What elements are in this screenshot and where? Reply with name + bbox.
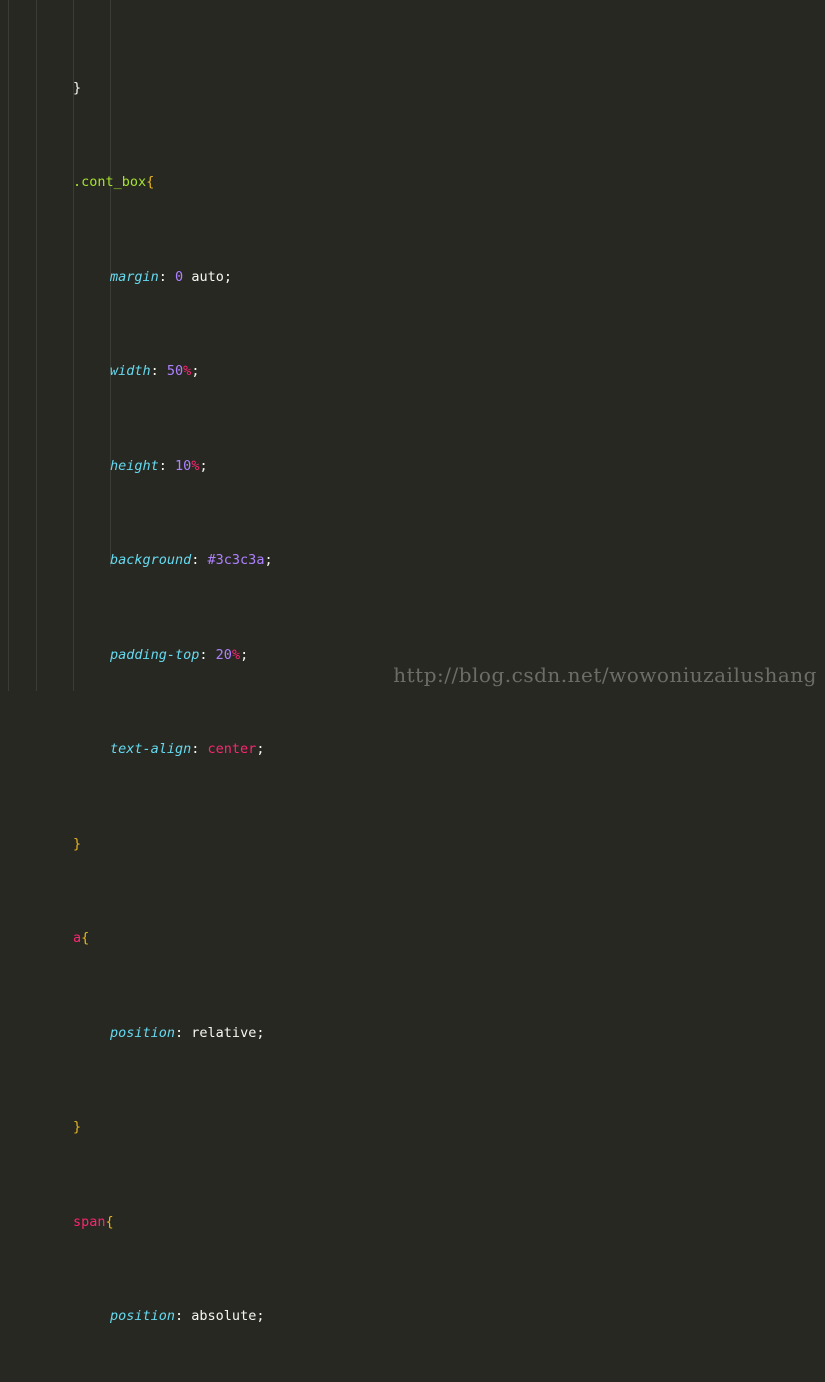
semicolon: ; — [223, 268, 232, 285]
css-value-number: 20 — [215, 646, 232, 663]
code-line[interactable]: padding-top: 20%; — [0, 646, 825, 665]
css-property: text-align — [110, 741, 192, 758]
brace-close: } — [73, 79, 82, 96]
code-line[interactable]: } — [0, 1118, 825, 1137]
css-selector: a — [73, 930, 82, 947]
css-value-keyword: center — [207, 741, 257, 758]
code-line[interactable]: position: relative; — [0, 1024, 825, 1043]
colon: : — [199, 646, 216, 663]
code-line[interactable]: } — [0, 79, 825, 98]
brace-open: { — [105, 1213, 114, 1230]
colon: : — [191, 741, 208, 758]
semicolon: ; — [199, 457, 208, 474]
code-line[interactable]: a{ — [0, 929, 825, 948]
colon: : — [158, 457, 176, 474]
colon: : — [175, 1308, 192, 1325]
css-value-hex: #3c3c3a — [207, 552, 265, 569]
semicolon: ; — [256, 741, 265, 758]
semicolon: ; — [264, 552, 273, 569]
css-property: position — [110, 1024, 176, 1041]
css-unit: % — [231, 646, 241, 663]
code-editor[interactable]: } .cont_box{ margin: 0 auto; width: 50%;… — [0, 0, 825, 1324]
colon: : — [158, 268, 176, 285]
brace-close: } — [73, 1119, 82, 1136]
code-content[interactable]: } .cont_box{ margin: 0 auto; width: 50%;… — [0, 3, 825, 1382]
semicolon: ; — [191, 363, 200, 380]
css-property: background — [110, 552, 192, 569]
css-value-number: 0 — [175, 268, 184, 285]
css-property: margin — [110, 268, 159, 285]
css-value-number: 50 — [166, 363, 184, 380]
css-property: width — [110, 363, 151, 380]
code-line[interactable]: position: absolute; — [0, 1307, 825, 1326]
code-line[interactable]: text-align: center; — [0, 740, 825, 759]
code-line[interactable]: } — [0, 835, 825, 854]
code-line[interactable]: span{ — [0, 1213, 825, 1232]
code-line[interactable]: margin: 0 auto; — [0, 268, 825, 287]
watermark-url: http://blog.csdn.net/wowoniuzailushang — [393, 663, 817, 688]
brace-close: } — [73, 835, 82, 852]
semicolon: ; — [256, 1024, 265, 1041]
colon: : — [150, 363, 167, 380]
css-property: padding-top — [110, 646, 200, 663]
colon: : — [191, 552, 208, 569]
colon: : — [175, 1024, 192, 1041]
css-selector: span — [73, 1213, 106, 1230]
css-value-keyword: absolute — [191, 1308, 257, 1325]
semicolon: ; — [240, 646, 249, 663]
code-line[interactable]: height: 10%; — [0, 457, 825, 476]
css-value-keyword: auto — [191, 268, 224, 285]
brace-open: { — [146, 174, 155, 191]
code-line[interactable]: .cont_box{ — [0, 173, 825, 192]
brace-open: { — [81, 930, 90, 947]
css-selector: .cont_box — [73, 174, 147, 191]
code-line[interactable]: background: #3c3c3a; — [0, 551, 825, 570]
css-property: position — [110, 1308, 176, 1325]
css-value-keyword: relative — [191, 1024, 257, 1041]
css-property: height — [110, 457, 159, 474]
code-line[interactable]: width: 50%; — [0, 362, 825, 381]
semicolon: ; — [256, 1308, 265, 1325]
css-value-number: 10 — [175, 457, 192, 474]
